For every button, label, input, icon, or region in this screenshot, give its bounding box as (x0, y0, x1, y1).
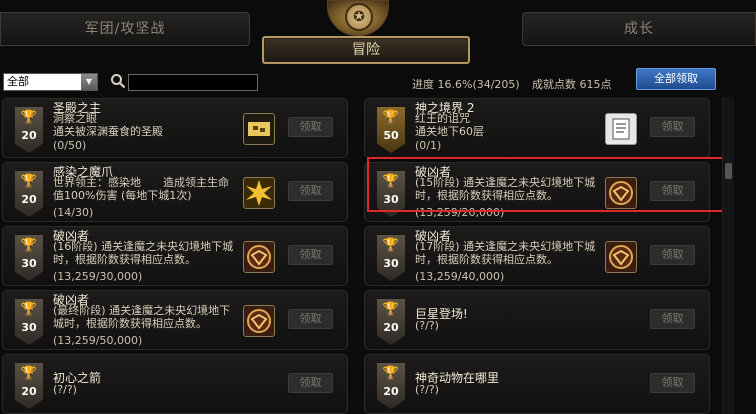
scrollbar[interactable] (722, 97, 734, 414)
claim-button[interactable]: 领取 (288, 245, 333, 265)
achievement-card: 🏆 20 初心之箭 (?/?) 领取 (2, 354, 348, 414)
trophy-badge: 🏆 20 (15, 363, 43, 409)
category-dropdown[interactable]: 全部 ▼ (3, 73, 98, 91)
tab-growth[interactable]: 成长 (522, 12, 756, 46)
demon-mask-icon (243, 305, 275, 337)
trophy-icon: 🏆 (382, 238, 400, 253)
trophy-icon: 🏆 (382, 302, 400, 317)
achievement-card: 🏆 30 破凶者 (最终阶段) 通关逢魔之未央幻境地下城时，根据阶数获得相应点数… (2, 290, 348, 350)
progress-text: 进度 16.6%(34/205) (412, 78, 520, 91)
achievement-desc: 洞察之眼 通关被深渊蚕食的圣殿 (53, 112, 163, 138)
trophy-badge: 🏆 30 (15, 235, 43, 281)
trophy-icon: 🏆 (382, 174, 400, 189)
achievement-desc: (16阶段) 通关逢魔之未央幻境地下城时，根据阶数获得相应点数。 (53, 240, 234, 266)
achievement-progress: (0/1) (415, 139, 442, 152)
badge-points: 20 (383, 321, 399, 334)
achievement-points: 成就点数 615点 (532, 78, 612, 91)
badge-points: 30 (383, 193, 399, 206)
badge-points: 30 (21, 257, 37, 270)
badge-points: 30 (383, 257, 399, 270)
badge-points: 20 (21, 129, 37, 142)
achievement-desc: 红王的诅咒 通关地下60层 (415, 112, 484, 138)
compass-icon: ✪ (345, 3, 373, 31)
trophy-badge: 🏆 30 (15, 299, 43, 345)
category-dropdown-value: 全部 (7, 75, 29, 88)
demon-mask-icon (605, 241, 637, 273)
achievement-progress: (13,259/50,000) (53, 334, 143, 347)
achievement-progress: (13,259/30,000) (53, 270, 143, 283)
achievement-card: 🏆 30 破凶者 (17阶段) 通关逢魔之未央幻境地下城时，根据阶数获得相应点数… (364, 226, 710, 286)
chevron-down-icon[interactable]: ▼ (81, 74, 97, 90)
trophy-icon: 🏆 (20, 174, 38, 189)
burst-icon (243, 177, 275, 209)
badge-points: 30 (21, 321, 37, 334)
achievement-card: 🏆 30 破凶者 (16阶段) 通关逢魔之未央幻境地下城时，根据阶数获得相应点数… (2, 226, 348, 286)
trophy-badge: 🏆 20 (15, 107, 43, 153)
achievement-card: 🏆 20 感染之魔爪 世界领主：感染地 造成领主生命值100%伤害 (每地下城1… (2, 162, 348, 222)
claim-all-button[interactable]: 全部领取 (636, 68, 716, 90)
search-icon (111, 74, 126, 89)
claim-button[interactable]: 领取 (288, 309, 333, 329)
achievement-card: 🏆 20 巨星登场! (?/?) 领取 (364, 290, 710, 350)
claim-button[interactable]: 领取 (650, 181, 695, 201)
badge-points: 20 (21, 193, 37, 206)
achievement-progress: (14/30) (53, 206, 94, 219)
badge-points: 20 (383, 385, 399, 398)
achievement-desc: (?/?) (415, 383, 439, 396)
claim-button[interactable]: 领取 (288, 117, 333, 137)
trophy-icon: 🏆 (20, 302, 38, 317)
trophy-badge: 🏆 20 (377, 363, 405, 409)
claim-button[interactable]: 领取 (650, 117, 695, 137)
tab-adventure[interactable]: 冒险 (262, 36, 470, 64)
trophy-icon: 🏆 (20, 110, 38, 125)
achievement-desc: (?/?) (53, 383, 77, 396)
claim-button[interactable]: 领取 (288, 181, 333, 201)
compass-emblem: ✪ (327, 0, 389, 36)
claim-button[interactable]: 领取 (650, 373, 695, 393)
achievement-card: 🏆 20 圣殿之主 洞察之眼 通关被深渊蚕食的圣殿 (0/50) 领取 (2, 98, 348, 158)
achievement-card: 🏆 20 神奇动物在哪里 (?/?) 领取 (364, 354, 710, 414)
scroll-icon (605, 113, 637, 145)
achievement-progress: (13,259/40,000) (415, 270, 505, 283)
achievement-desc: (最终阶段) 通关逢魔之未央幻境地下城时，根据阶数获得相应点数。 (53, 304, 231, 330)
claim-button[interactable]: 领取 (288, 373, 333, 393)
trophy-icon: 🏆 (20, 366, 38, 381)
trophy-icon: 🏆 (20, 238, 38, 253)
achievement-desc: 世界领主：感染地 造成领主生命值100%伤害 (每地下城1次) (53, 176, 229, 202)
trophy-icon: 🏆 (382, 366, 400, 381)
treasure-map-icon (243, 113, 275, 145)
trophy-badge: 🏆 30 (377, 171, 405, 217)
trophy-badge: 🏆 20 (377, 299, 405, 345)
search-input[interactable] (128, 74, 258, 91)
trophy-badge: 🏆 50 (377, 107, 405, 153)
trophy-badge: 🏆 30 (377, 235, 405, 281)
achievement-card: 🏆 30 破凶者 (15阶段) 通关逢魔之未央幻境地下城时，根据阶数获得相应点数… (364, 162, 710, 222)
achievement-progress: (13,259/20,000) (415, 206, 505, 219)
demon-mask-icon (605, 177, 637, 209)
achievement-desc: (17阶段) 通关逢魔之未央幻境地下城时，根据阶数获得相应点数。 (415, 240, 596, 266)
claim-button[interactable]: 领取 (650, 245, 695, 265)
achievement-desc: (?/?) (415, 319, 439, 332)
achievement-desc: (15阶段) 通关逢魔之未央幻境地下城时，根据阶数获得相应点数。 (415, 176, 596, 202)
badge-points: 20 (21, 385, 37, 398)
achievement-card: 🏆 50 神之境界 2 红王的诅咒 通关地下60层 (0/1) 领取 (364, 98, 710, 158)
scroll-thumb[interactable] (725, 163, 732, 179)
badge-points: 50 (383, 129, 399, 142)
achievement-progress: (0/50) (53, 139, 87, 152)
trophy-badge: 🏆 20 (15, 171, 43, 217)
claim-button[interactable]: 领取 (650, 309, 695, 329)
trophy-icon: 🏆 (382, 110, 400, 125)
demon-mask-icon (243, 241, 275, 273)
tab-legion-siege[interactable]: 军团/攻坚战 (0, 12, 250, 46)
